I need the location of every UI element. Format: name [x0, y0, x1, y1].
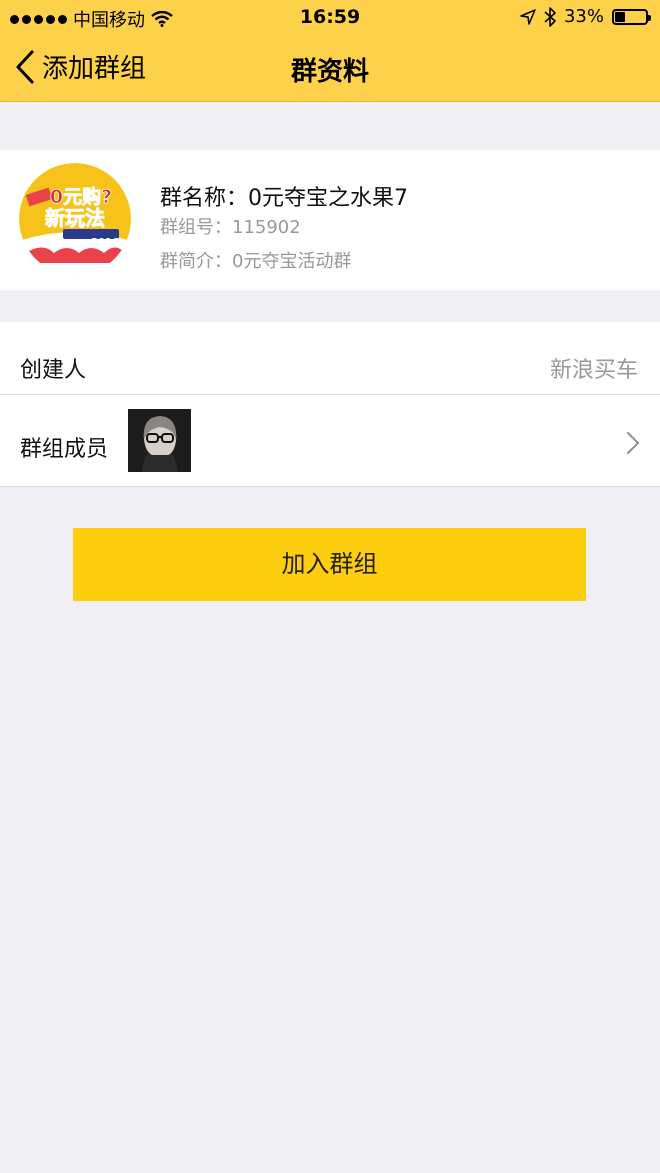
members-row[interactable]: 群组成员	[0, 395, 660, 487]
avatar-text-line2: 新玩法	[45, 206, 105, 230]
info-card: 创建人 新浪买车 群组成员	[0, 322, 660, 487]
page-title: 群资料	[290, 57, 369, 87]
location-arrow-icon	[520, 8, 536, 25]
bluetooth-icon	[544, 6, 556, 27]
creator-value: 新浪买车	[549, 358, 638, 383]
status-right: 33%	[520, 6, 651, 27]
creator-row: 创建人 新浪买车	[0, 322, 660, 395]
members-label: 群组成员	[20, 437, 109, 462]
creator-label: 创建人	[20, 358, 87, 383]
group-description: 群简介：0元夺宝活动群	[160, 251, 352, 272]
battery-percent: 33%	[563, 6, 604, 27]
battery-icon	[612, 8, 651, 25]
member-avatar-image	[128, 409, 191, 472]
member-avatar[interactable]	[128, 409, 191, 472]
group-avatar-image: 0元购? 新玩法 2016	[19, 163, 131, 275]
nav-bar: 添加群组 群资料	[0, 34, 660, 102]
group-card: 0元购? 新玩法 2016 群名称：0元夺宝之水果7 群组号：115902 群简…	[0, 150, 660, 290]
avatar-text-line3: 2016	[91, 237, 119, 248]
group-avatar: 0元购? 新玩法 2016	[19, 163, 131, 275]
top-bar: 中国移动 16:59 33% 添加群组 群资料	[0, 0, 660, 102]
group-id: 群组号：115902	[160, 217, 301, 238]
status-bar: 中国移动 16:59 33%	[0, 0, 660, 34]
join-group-button[interactable]: 加入群组	[73, 528, 586, 601]
avatar-text-line1: 0元购?	[50, 185, 112, 208]
group-name: 群名称：0元夺宝之水果7	[160, 186, 408, 211]
chevron-right-icon	[627, 432, 639, 454]
battery-fill	[615, 11, 625, 22]
